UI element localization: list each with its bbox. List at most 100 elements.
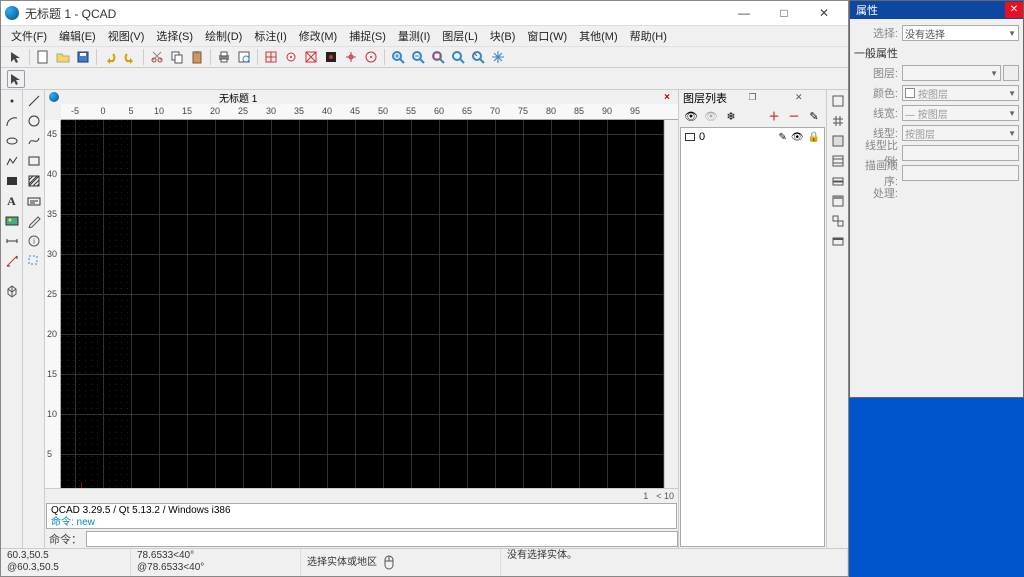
- layer-panel-close-icon[interactable]: ✕: [776, 92, 822, 104]
- view-layers-icon[interactable]: [829, 172, 847, 190]
- view-blocks-icon[interactable]: [829, 212, 847, 230]
- zoom-window-button[interactable]: [449, 48, 467, 66]
- chevron-down-icon: ▼: [1008, 109, 1016, 118]
- layer-freeze-all-icon[interactable]: 👁: [703, 108, 719, 124]
- layer-edit-button[interactable]: ✎: [806, 108, 822, 124]
- status-polar2: @78.6533<40°: [137, 562, 294, 574]
- layer-lock-icon[interactable]: ❄: [723, 108, 739, 124]
- zoom-prev-button[interactable]: [469, 48, 487, 66]
- circle-tool[interactable]: [25, 112, 43, 130]
- menu-layer[interactable]: 图层(L): [436, 26, 483, 46]
- point-tool[interactable]: [3, 92, 21, 110]
- layer-lock-row-icon[interactable]: 🔒: [808, 132, 820, 143]
- properties-close-button[interactable]: ✕: [1005, 2, 1023, 18]
- label-tool[interactable]: [25, 192, 43, 210]
- measure-tool[interactable]: [3, 252, 21, 270]
- snap-axis-button[interactable]: [362, 48, 380, 66]
- cut-button[interactable]: [148, 48, 166, 66]
- paste-button[interactable]: [188, 48, 206, 66]
- pan-button[interactable]: [489, 48, 507, 66]
- menu-modify[interactable]: 修改(M): [293, 26, 344, 46]
- prop-color-field[interactable]: 按图层 ▼: [902, 85, 1019, 101]
- prop-lt-field[interactable]: 按图层 ▼: [902, 125, 1019, 141]
- close-button[interactable]: ✕: [804, 2, 844, 24]
- menu-view[interactable]: 视图(V): [102, 26, 151, 46]
- prop-ltscale-field[interactable]: [902, 145, 1019, 161]
- layer-row-0[interactable]: 0 ✎ 👁 🔒: [681, 128, 824, 146]
- image-tool[interactable]: [3, 212, 21, 230]
- view-ortho-icon[interactable]: [829, 152, 847, 170]
- rectangle-tool[interactable]: [25, 152, 43, 170]
- view-iso-icon[interactable]: [829, 132, 847, 150]
- view-props-icon[interactable]: [829, 192, 847, 210]
- menu-select[interactable]: 选择(S): [150, 26, 199, 46]
- zoom-auto-button[interactable]: [429, 48, 447, 66]
- zoom-in-button[interactable]: [389, 48, 407, 66]
- doc-tab[interactable]: 无标题 1: [219, 90, 257, 105]
- prop-draworder-field[interactable]: [902, 165, 1019, 181]
- select-tool[interactable]: [25, 252, 43, 270]
- menu-window[interactable]: 窗口(W): [521, 26, 573, 46]
- command-label: 命令：: [45, 531, 86, 547]
- 3d-tool[interactable]: [3, 282, 21, 300]
- scrollbar-horizontal[interactable]: [61, 490, 639, 502]
- menu-dim[interactable]: 标注(I): [248, 26, 292, 46]
- undo-button[interactable]: [101, 48, 119, 66]
- redo-button[interactable]: [121, 48, 139, 66]
- dimension-tool[interactable]: [3, 232, 21, 250]
- arc-tool[interactable]: [3, 112, 21, 130]
- print-button[interactable]: [215, 48, 233, 66]
- rect-fill-tool[interactable]: [3, 172, 21, 190]
- maximize-button[interactable]: □: [764, 2, 804, 24]
- layer-list[interactable]: 0 ✎ 👁 🔒: [680, 127, 825, 547]
- new-button[interactable]: [34, 48, 52, 66]
- layer-visible-icon[interactable]: 👁: [791, 132, 804, 143]
- save-button[interactable]: [74, 48, 92, 66]
- prop-layer-field[interactable]: ▼: [902, 65, 1001, 81]
- scrollbar-vertical[interactable]: [664, 120, 678, 488]
- spline-tool[interactable]: [25, 132, 43, 150]
- menu-block[interactable]: 块(B): [484, 26, 522, 46]
- command-input[interactable]: [86, 531, 678, 547]
- copy-button[interactable]: [168, 48, 186, 66]
- menu-edit[interactable]: 编辑(E): [53, 26, 102, 46]
- prop-select-dropdown[interactable]: 没有选择 ▼: [902, 25, 1019, 41]
- layer-visible-all-icon[interactable]: 👁: [683, 108, 699, 124]
- menu-file[interactable]: 文件(F): [5, 26, 53, 46]
- line-tool[interactable]: [25, 92, 43, 110]
- pointer-button[interactable]: [7, 48, 25, 66]
- menu-draw[interactable]: 绘制(D): [199, 26, 248, 46]
- snap-mid-button[interactable]: [302, 48, 320, 66]
- view-grid-icon[interactable]: [829, 112, 847, 130]
- menu-help[interactable]: 帮助(H): [624, 26, 673, 46]
- prop-layer-extra-button[interactable]: [1003, 65, 1019, 81]
- text-tool[interactable]: A: [3, 192, 21, 210]
- snap-center-button[interactable]: [322, 48, 340, 66]
- command-row: 命令：: [45, 530, 678, 548]
- layer-edit-icon[interactable]: ✎: [778, 132, 786, 143]
- view-top-icon[interactable]: [829, 92, 847, 110]
- ellipse-tool[interactable]: [3, 132, 21, 150]
- hatch-tool[interactable]: [25, 172, 43, 190]
- zoom-out-button[interactable]: [409, 48, 427, 66]
- polyline-tool[interactable]: [3, 152, 21, 170]
- info-tool[interactable]: i: [25, 232, 43, 250]
- open-button[interactable]: [54, 48, 72, 66]
- menu-measure[interactable]: 量测(I): [392, 26, 436, 46]
- modify-tool[interactable]: [25, 212, 43, 230]
- prop-lw-field[interactable]: — 按图层 ▼: [902, 105, 1019, 121]
- menu-misc[interactable]: 其他(M): [573, 26, 624, 46]
- snap-intersect-button[interactable]: [342, 48, 360, 66]
- menu-snap[interactable]: 捕捉(S): [343, 26, 392, 46]
- layer-add-button[interactable]: ＋: [766, 108, 782, 124]
- drawing-canvas[interactable]: [61, 120, 664, 488]
- view-cmd-icon[interactable]: [829, 232, 847, 250]
- layer-remove-button[interactable]: －: [786, 108, 802, 124]
- reset-tool-button[interactable]: [7, 70, 25, 88]
- minimize-button[interactable]: —: [724, 2, 764, 24]
- doc-tab-close-icon[interactable]: ×: [660, 92, 674, 103]
- snap-end-button[interactable]: [282, 48, 300, 66]
- layer-panel-float-icon[interactable]: ❐: [729, 92, 775, 104]
- print-preview-button[interactable]: [235, 48, 253, 66]
- snap-grid-button[interactable]: [262, 48, 280, 66]
